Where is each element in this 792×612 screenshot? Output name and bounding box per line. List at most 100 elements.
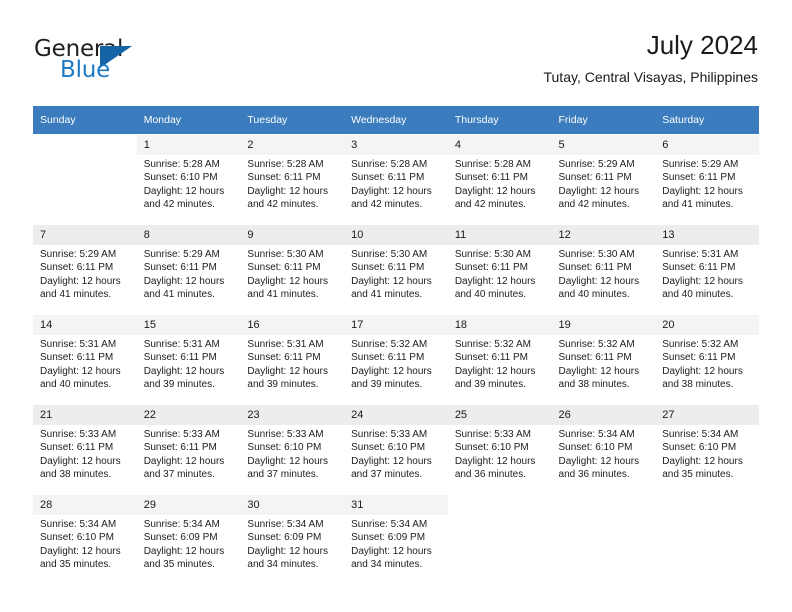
calendar-day-cell[interactable]: 13 Sunrise: 5:31 AM Sunset: 6:11 PM Dayligh… [655, 223, 759, 314]
day-number: 3 [344, 135, 448, 155]
calendar-day-cell[interactable]: 20 Sunrise: 5:32 AM Sunset: 6:11 PM Dayligh… [655, 313, 759, 404]
daylight-text: Daylight: 12 hours [247, 185, 329, 197]
daylight-text: and 38 minutes. [662, 379, 734, 391]
calendar-day-cell[interactable]: 7 Sunrise: 5:29 AM Sunset: 6:11 PM Daylight… [33, 223, 137, 314]
daylight-text: Daylight: 12 hours [351, 185, 432, 197]
calendar-day-cell[interactable]: 10 Sunrise: 5:30 AM Sunset: 6:11 PM Dayligh… [344, 223, 448, 314]
sunrise-text: Sunrise: 5:30 AM [247, 249, 324, 260]
sunset-text: Sunset: 6:10 PM [247, 442, 322, 454]
sunset-text: Sunset: 6:11 PM [558, 352, 632, 364]
calendar-day-cell[interactable]: 11 Sunrise: 5:30 AM Sunset: 6:11 PM Dayligh… [447, 223, 552, 314]
calendar-day-cell[interactable]: 5 Sunrise: 5:29 AM Sunset: 6:11 PM Daylight… [551, 134, 656, 224]
sunset-text: Sunset: 6:10 PM [40, 532, 114, 544]
calendar-day-cell[interactable]: 14 Sunrise: 5:31 AM Sunset: 6:11 PM Dayligh… [33, 313, 137, 404]
calendar-day-cell[interactable]: 29 Sunrise: 5:34 AM Sunset: 6:09 PM Dayligh… [136, 493, 241, 584]
day-number: 20 [655, 315, 759, 335]
calendar-day-cell[interactable]: 25 Sunrise: 5:33 AM Sunset: 6:10 PM Dayligh… [447, 403, 552, 494]
daylight-text: and 40 minutes. [662, 289, 734, 301]
calendar-day-cell[interactable]: 17 Sunrise: 5:32 AM Sunset: 6:11 PM Dayligh… [344, 313, 448, 404]
calendar-day-cell[interactable]: 26 Sunrise: 5:34 AM Sunset: 6:10 PM Dayligh… [551, 403, 656, 494]
calendar-day-cell[interactable]: 16 Sunrise: 5:31 AM Sunset: 6:11 PM Dayligh… [240, 313, 345, 404]
sunset-text: Sunset: 6:11 PM [662, 172, 736, 184]
daylight-text: and 40 minutes. [558, 289, 630, 301]
calendar-day-cell[interactable]: 31 Sunrise: 5:34 AM Sunset: 6:09 PM Dayligh… [344, 493, 448, 584]
day-details: Sunrise: 5:33 AM Sunset: 6:11 PM Daylight:… [33, 425, 137, 482]
daylight-text: Daylight: 12 hours [40, 455, 121, 467]
calendar-day-cell[interactable]: 6 Sunrise: 5:29 AM Sunset: 6:11 PM Daylight… [655, 134, 759, 224]
calendar-week-row: 28 Sunrise: 5:34 AM Sunset: 6:10 PM Dayligh… [33, 493, 759, 584]
calendar-day-cell[interactable]: 18 Sunrise: 5:32 AM Sunset: 6:11 PM Dayligh… [447, 313, 552, 404]
sunset-text: Sunset: 6:11 PM [558, 172, 632, 184]
calendar-day-cell[interactable]: 23 Sunrise: 5:33 AM Sunset: 6:10 PM Dayligh… [240, 403, 345, 494]
sunrise-text: Sunrise: 5:28 AM [351, 159, 428, 170]
calendar-day-cell[interactable]: 21 Sunrise: 5:33 AM Sunset: 6:11 PM Dayligh… [33, 403, 137, 494]
weekday-header-sunday: Sunday [33, 106, 137, 134]
sunset-text: Sunset: 6:11 PM [40, 352, 114, 364]
sunrise-text: Sunrise: 5:34 AM [558, 429, 635, 440]
day-details: Sunrise: 5:29 AM Sunset: 6:11 PM Daylight:… [655, 155, 759, 212]
day-number: 1 [136, 135, 241, 155]
calendar-day-cell[interactable]: 4 Sunrise: 5:28 AM Sunset: 6:11 PM Daylight… [447, 134, 552, 224]
brand-name-blue: Blue [60, 57, 111, 83]
calendar-empty-cell [33, 134, 137, 224]
day-details: Sunrise: 5:34 AM Sunset: 6:10 PM Daylight:… [551, 425, 656, 482]
day-number: 22 [136, 405, 241, 425]
calendar-day-cell[interactable]: 24 Sunrise: 5:33 AM Sunset: 6:10 PM Dayligh… [344, 403, 448, 494]
daylight-text: and 40 minutes. [454, 289, 526, 301]
sunset-text: Sunset: 6:11 PM [143, 262, 217, 274]
daylight-text: and 39 minutes. [454, 379, 526, 391]
day-number: 5 [551, 135, 656, 155]
calendar-day-cell[interactable]: 12 Sunrise: 5:30 AM Sunset: 6:11 PM Dayligh… [551, 223, 656, 314]
day-number: 7 [33, 225, 137, 245]
calendar-day-cell[interactable]: 28 Sunrise: 5:34 AM Sunset: 6:10 PM Dayligh… [33, 493, 137, 584]
calendar-day-cell[interactable]: 22 Sunrise: 5:33 AM Sunset: 6:11 PM Dayligh… [136, 403, 241, 494]
day-cell-inner: 3 Sunrise: 5:28 AM Sunset: 6:11 PM Daylight… [344, 134, 448, 223]
day-cell-inner: 28 Sunrise: 5:34 AM Sunset: 6:10 PM Dayligh… [33, 494, 137, 583]
daylight-text: Daylight: 12 hours [247, 365, 329, 377]
sunrise-text: Sunrise: 5:29 AM [662, 159, 739, 170]
sunrise-text: Sunrise: 5:29 AM [558, 159, 635, 170]
calendar-day-cell[interactable]: 27 Sunrise: 5:34 AM Sunset: 6:10 PM Dayligh… [655, 403, 759, 494]
sunrise-text: Sunrise: 5:28 AM [143, 159, 220, 170]
sunrise-text: Sunrise: 5:33 AM [247, 429, 324, 440]
day-details: Sunrise: 5:34 AM Sunset: 6:10 PM Daylight:… [33, 515, 137, 572]
day-number: 27 [655, 405, 759, 425]
sunrise-text: Sunrise: 5:34 AM [247, 519, 324, 530]
sunset-text: Sunset: 6:11 PM [247, 172, 321, 184]
daylight-text: Daylight: 12 hours [143, 185, 225, 197]
sunrise-text: Sunrise: 5:30 AM [454, 249, 531, 260]
daylight-text: Daylight: 12 hours [558, 275, 640, 287]
day-number: 30 [240, 495, 345, 515]
daylight-text: and 41 minutes. [247, 289, 319, 301]
daylight-text: and 42 minutes. [454, 199, 526, 211]
calendar-day-cell[interactable]: 3 Sunrise: 5:28 AM Sunset: 6:11 PM Daylight… [344, 134, 448, 224]
day-number: 8 [136, 225, 241, 245]
calendar-day-cell[interactable]: 19 Sunrise: 5:32 AM Sunset: 6:11 PM Dayligh… [551, 313, 656, 404]
calendar-day-cell[interactable]: 1 Sunrise: 5:28 AM Sunset: 6:10 PM Daylight… [136, 134, 241, 224]
sunset-text: Sunset: 6:11 PM [558, 262, 632, 274]
calendar-page: General Blue July 2024 Tutay, Central Vi… [0, 0, 792, 612]
daylight-text: Daylight: 12 hours [558, 455, 640, 467]
daylight-text: Daylight: 12 hours [662, 455, 743, 467]
calendar-day-cell[interactable]: 30 Sunrise: 5:34 AM Sunset: 6:09 PM Dayligh… [240, 493, 345, 584]
calendar-day-cell[interactable]: 9 Sunrise: 5:30 AM Sunset: 6:11 PM Daylight… [240, 223, 345, 314]
daylight-text: and 41 minutes. [143, 289, 215, 301]
sunset-text: Sunset: 6:09 PM [351, 532, 426, 544]
day-number: 26 [551, 405, 656, 425]
daylight-text: and 41 minutes. [351, 289, 423, 301]
day-details: Sunrise: 5:34 AM Sunset: 6:09 PM Daylight:… [344, 515, 448, 572]
day-cell-inner: 2 Sunrise: 5:28 AM Sunset: 6:11 PM Daylight… [240, 134, 345, 223]
sunset-text: Sunset: 6:09 PM [143, 532, 218, 544]
sunrise-text: Sunrise: 5:31 AM [662, 249, 739, 260]
calendar-day-cell[interactable]: 2 Sunrise: 5:28 AM Sunset: 6:11 PM Daylight… [240, 134, 345, 224]
calendar-day-cell[interactable]: 15 Sunrise: 5:31 AM Sunset: 6:11 PM Dayligh… [136, 313, 241, 404]
daylight-text: and 34 minutes. [351, 559, 423, 571]
page-title: July 2024 [646, 30, 758, 60]
calendar-empty-cell [551, 493, 656, 584]
sunrise-text: Sunrise: 5:31 AM [40, 339, 117, 350]
day-details: Sunrise: 5:30 AM Sunset: 6:11 PM Daylight:… [551, 245, 656, 302]
sunset-text: Sunset: 6:10 PM [143, 172, 218, 184]
day-cell-inner: 21 Sunrise: 5:33 AM Sunset: 6:11 PM Dayligh… [33, 404, 137, 493]
calendar-day-cell[interactable]: 8 Sunrise: 5:29 AM Sunset: 6:11 PM Daylight… [136, 223, 241, 314]
day-cell-inner: 4 Sunrise: 5:28 AM Sunset: 6:11 PM Daylight… [447, 134, 552, 223]
